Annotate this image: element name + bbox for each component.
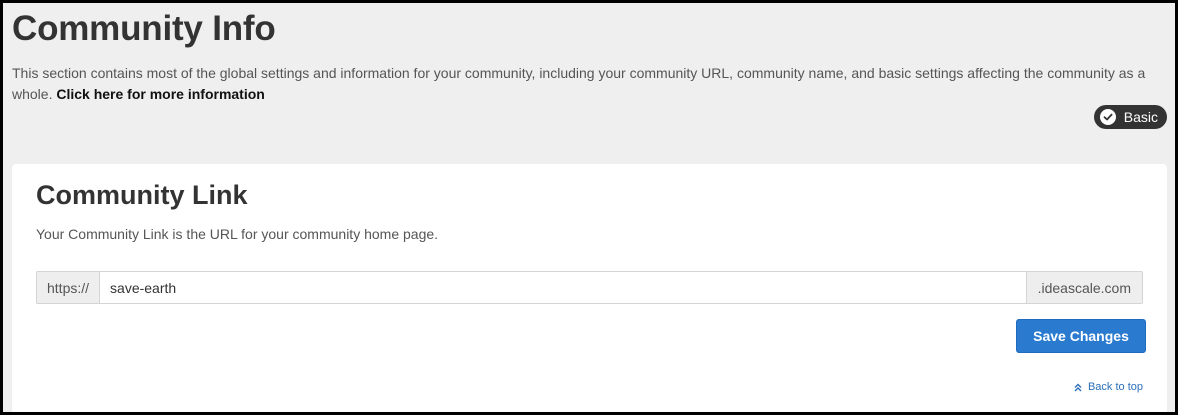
- check-circle-icon: [1099, 109, 1116, 125]
- community-info-panel: Community Info This section contains mos…: [3, 3, 1175, 412]
- double-chevron-up-icon: [1074, 383, 1082, 392]
- back-to-top-link[interactable]: Back to top: [1074, 381, 1143, 393]
- url-suffix: .ideascale.com: [1025, 272, 1142, 303]
- card-description: Your Community Link is the URL for your …: [36, 226, 439, 242]
- url-prefix: https://: [37, 272, 101, 303]
- badge-label: Basic: [1123, 109, 1158, 125]
- plan-badge: Basic: [1093, 105, 1167, 129]
- community-link-card: Community Link Your Community Link is th…: [12, 164, 1167, 412]
- save-changes-button[interactable]: Save Changes: [1016, 319, 1146, 353]
- community-url-input[interactable]: [100, 272, 1026, 303]
- card-title: Community Link: [36, 180, 248, 210]
- section-description: This section contains most of the global…: [12, 63, 1172, 105]
- community-url-group: https:// .ideascale.com: [36, 271, 1143, 304]
- more-info-link[interactable]: Click here for more information: [56, 86, 264, 102]
- back-to-top-label: Back to top: [1087, 381, 1143, 393]
- page-title: Community Info: [12, 9, 276, 48]
